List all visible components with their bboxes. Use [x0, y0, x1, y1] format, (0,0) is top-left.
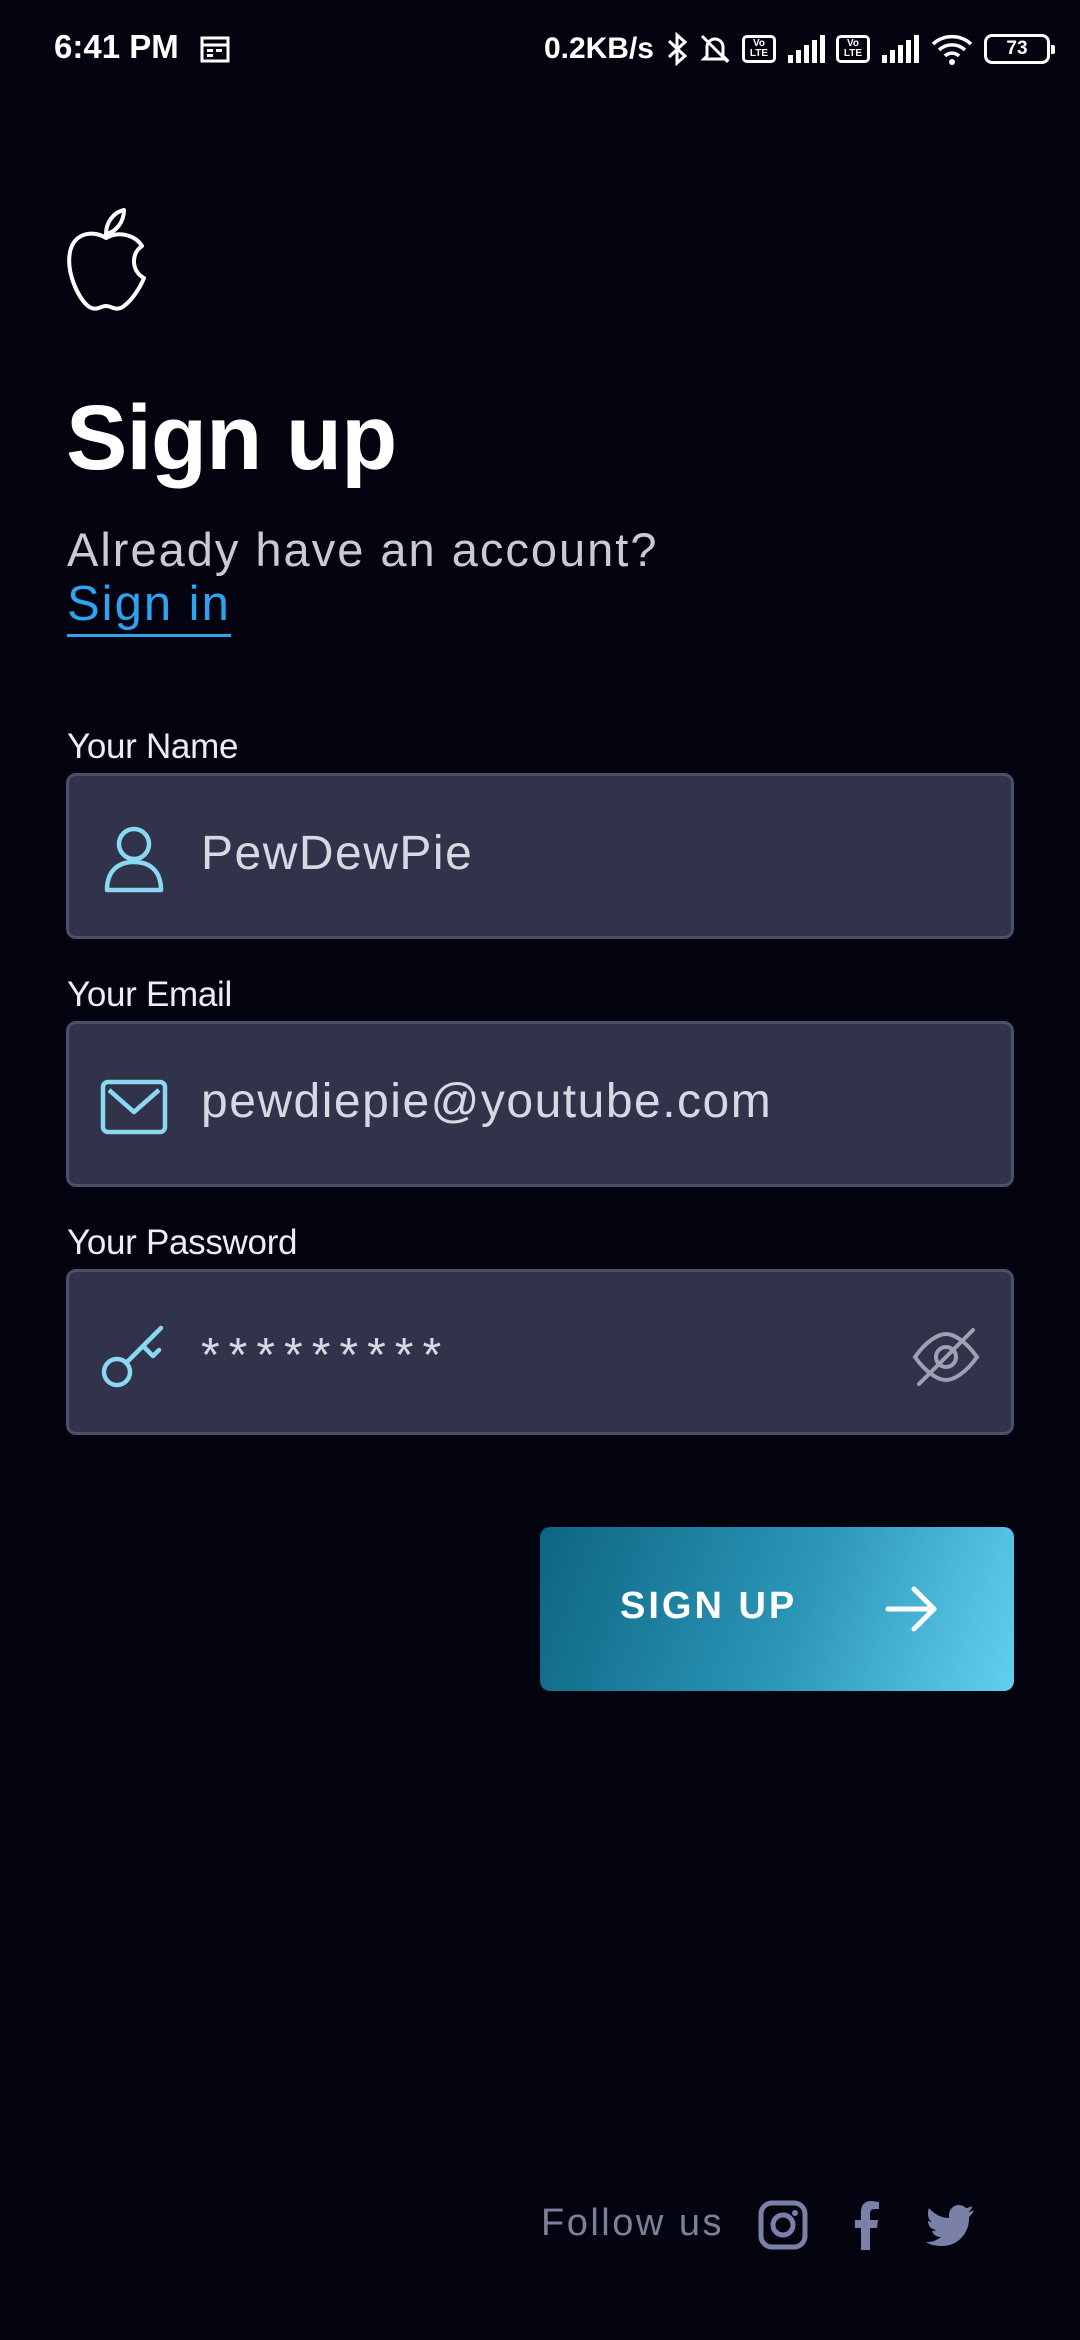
mail-icon: [100, 1079, 168, 1135]
name-value: PewDewPie: [201, 827, 474, 880]
status-time: 6:41 PM: [54, 28, 179, 65]
user-icon: [104, 826, 164, 893]
instagram-icon[interactable]: [756, 2198, 810, 2252]
sign-up-button[interactable]: SIGN UP: [540, 1527, 1014, 1691]
signup-screen: 6:41 PM 0.2KB/s Vo LTE Vo LTE 73 Sign up…: [0, 0, 1080, 2340]
battery-icon: 73: [984, 34, 1055, 64]
status-right-group: 0.2KB/s Vo LTE Vo LTE 73: [543, 24, 1055, 74]
wifi-icon: [931, 34, 973, 65]
email-label: Your Email: [67, 975, 232, 1014]
calendar-icon: [200, 36, 230, 63]
password-field[interactable]: *********: [66, 1269, 1014, 1435]
mute-bell-icon: [700, 34, 730, 64]
volte-badge-2: Vo LTE: [836, 35, 870, 63]
volte-text-2: Vo LTE: [843, 38, 863, 59]
name-field[interactable]: PewDewPie: [66, 773, 1014, 939]
page-title: Sign up: [66, 387, 397, 489]
email-field[interactable]: pewdiepie@youtube.com: [66, 1021, 1014, 1187]
battery-level: 73: [1006, 38, 1028, 59]
sign-in-link[interactable]: Sign in: [67, 577, 231, 637]
sign-up-label: SIGN UP: [620, 1585, 798, 1627]
password-value: *********: [201, 1329, 451, 1382]
follow-us-text: Follow us: [541, 2202, 724, 2244]
signal-icon-1: [788, 35, 825, 63]
apple-icon: [67, 208, 146, 311]
signal-icon-2: [882, 35, 919, 63]
account-prompt: Already have an account?: [67, 523, 659, 576]
bluetooth-icon: [667, 32, 688, 66]
eye-off-icon[interactable]: [911, 1322, 981, 1392]
status-bar: 6:41 PM 0.2KB/s Vo LTE Vo LTE 73: [0, 0, 1080, 100]
network-speed: 0.2KB/s: [543, 32, 654, 65]
name-label: Your Name: [67, 727, 239, 766]
password-label: Your Password: [67, 1223, 298, 1262]
twitter-icon[interactable]: [924, 2198, 978, 2252]
email-value: pewdiepie@youtube.com: [201, 1075, 773, 1128]
volte-text-1: Vo LTE: [749, 38, 769, 59]
volte-badge-1: Vo LTE: [742, 35, 776, 63]
facebook-icon[interactable]: [840, 2198, 894, 2252]
arrow-right-icon: [885, 1586, 937, 1632]
key-icon: [101, 1325, 164, 1388]
